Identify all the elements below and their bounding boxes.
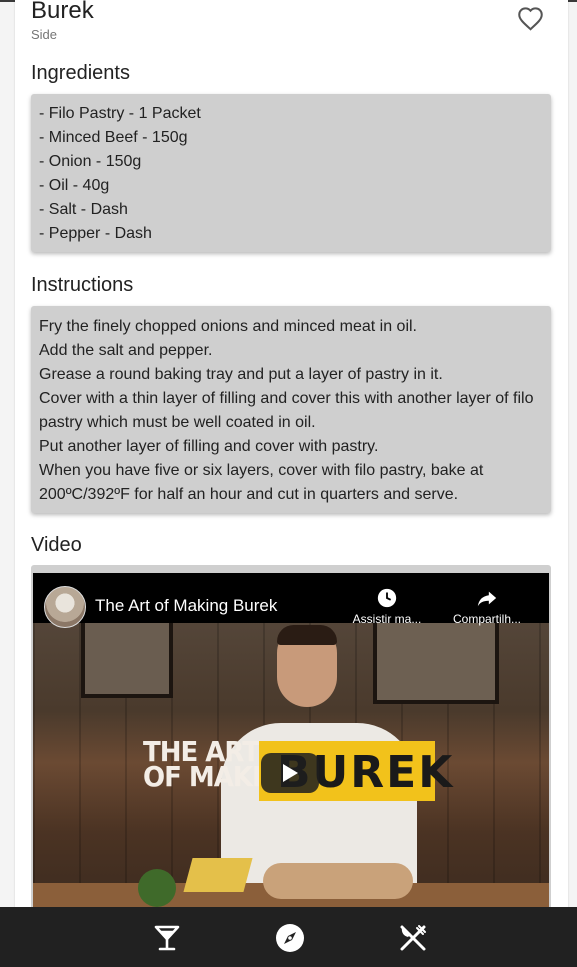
share-label: Compartilh... — [452, 612, 522, 626]
thumbnail-chef-hair — [277, 625, 337, 645]
meal-detail-page: Burek Side Ingredients - Filo Pastry - 1… — [15, 0, 568, 912]
utensils-icon — [400, 925, 426, 951]
thumbnail-broccoli — [138, 869, 176, 907]
nav-meals[interactable] — [397, 922, 429, 954]
ingredient-item: - Onion - 150g — [39, 153, 142, 170]
meal-category: Side — [31, 27, 58, 42]
thumbnail-frame — [81, 618, 173, 698]
channel-avatar[interactable] — [44, 586, 86, 628]
thumbnail-frame — [373, 618, 499, 704]
bottom-navigation — [0, 907, 577, 967]
watch-later-label: Assistir ma... — [352, 612, 422, 626]
clock-icon — [377, 588, 397, 608]
thumbnail-cheese — [183, 858, 253, 892]
instruction-line: When you have five or six layers, cover … — [39, 462, 484, 503]
thumbnail-burek — [263, 863, 413, 899]
instructions-heading: Instructions — [31, 274, 134, 296]
video-card: THE ART OF MAKING BUREK The Art of Makin… — [31, 565, 551, 912]
video-heading: Video — [31, 534, 82, 556]
ingredient-item: - Salt - Dash — [39, 201, 128, 218]
nav-explore[interactable] — [274, 922, 306, 954]
instruction-line: Cover with a thin layer of filling and c… — [39, 390, 534, 431]
instruction-line: Grease a round baking tray and put a lay… — [39, 366, 443, 383]
play-icon — [283, 764, 298, 782]
instruction-line: Put another layer of filling and cover w… — [39, 438, 379, 455]
ingredient-item: - Filo Pastry - 1 Packet — [39, 105, 201, 122]
ingredients-card: - Filo Pastry - 1 Packet - Minced Beef -… — [31, 94, 551, 252]
video-title[interactable]: The Art of Making Burek — [95, 596, 277, 616]
favorite-button[interactable] — [517, 6, 544, 31]
watch-later-button[interactable]: Assistir ma... — [345, 587, 429, 626]
share-button[interactable]: Compartilh... — [445, 587, 529, 626]
meal-title: Burek — [31, 0, 94, 24]
instruction-line: Fry the finely chopped onions and minced… — [39, 318, 417, 335]
ingredient-item: - Pepper - Dash — [39, 225, 152, 242]
compass-icon — [276, 924, 304, 952]
ingredients-list: - Filo Pastry - 1 Packet - Minced Beef -… — [31, 94, 551, 254]
instructions-card: Fry the finely chopped onions and minced… — [31, 306, 551, 513]
video-player[interactable]: THE ART OF MAKING BUREK The Art of Makin… — [33, 573, 549, 912]
heart-icon — [518, 7, 543, 31]
cocktail-icon — [154, 925, 180, 951]
nav-cocktails[interactable] — [151, 922, 183, 954]
ingredient-item: - Minced Beef - 150g — [39, 129, 188, 146]
ingredients-heading: Ingredients — [31, 62, 130, 84]
instruction-line: Add the salt and pepper. — [39, 342, 213, 359]
ingredient-item: - Oil - 40g — [39, 177, 110, 194]
share-arrow-icon — [477, 591, 497, 607]
play-button[interactable] — [261, 753, 319, 793]
instructions-text: Fry the finely chopped onions and minced… — [31, 306, 551, 516]
